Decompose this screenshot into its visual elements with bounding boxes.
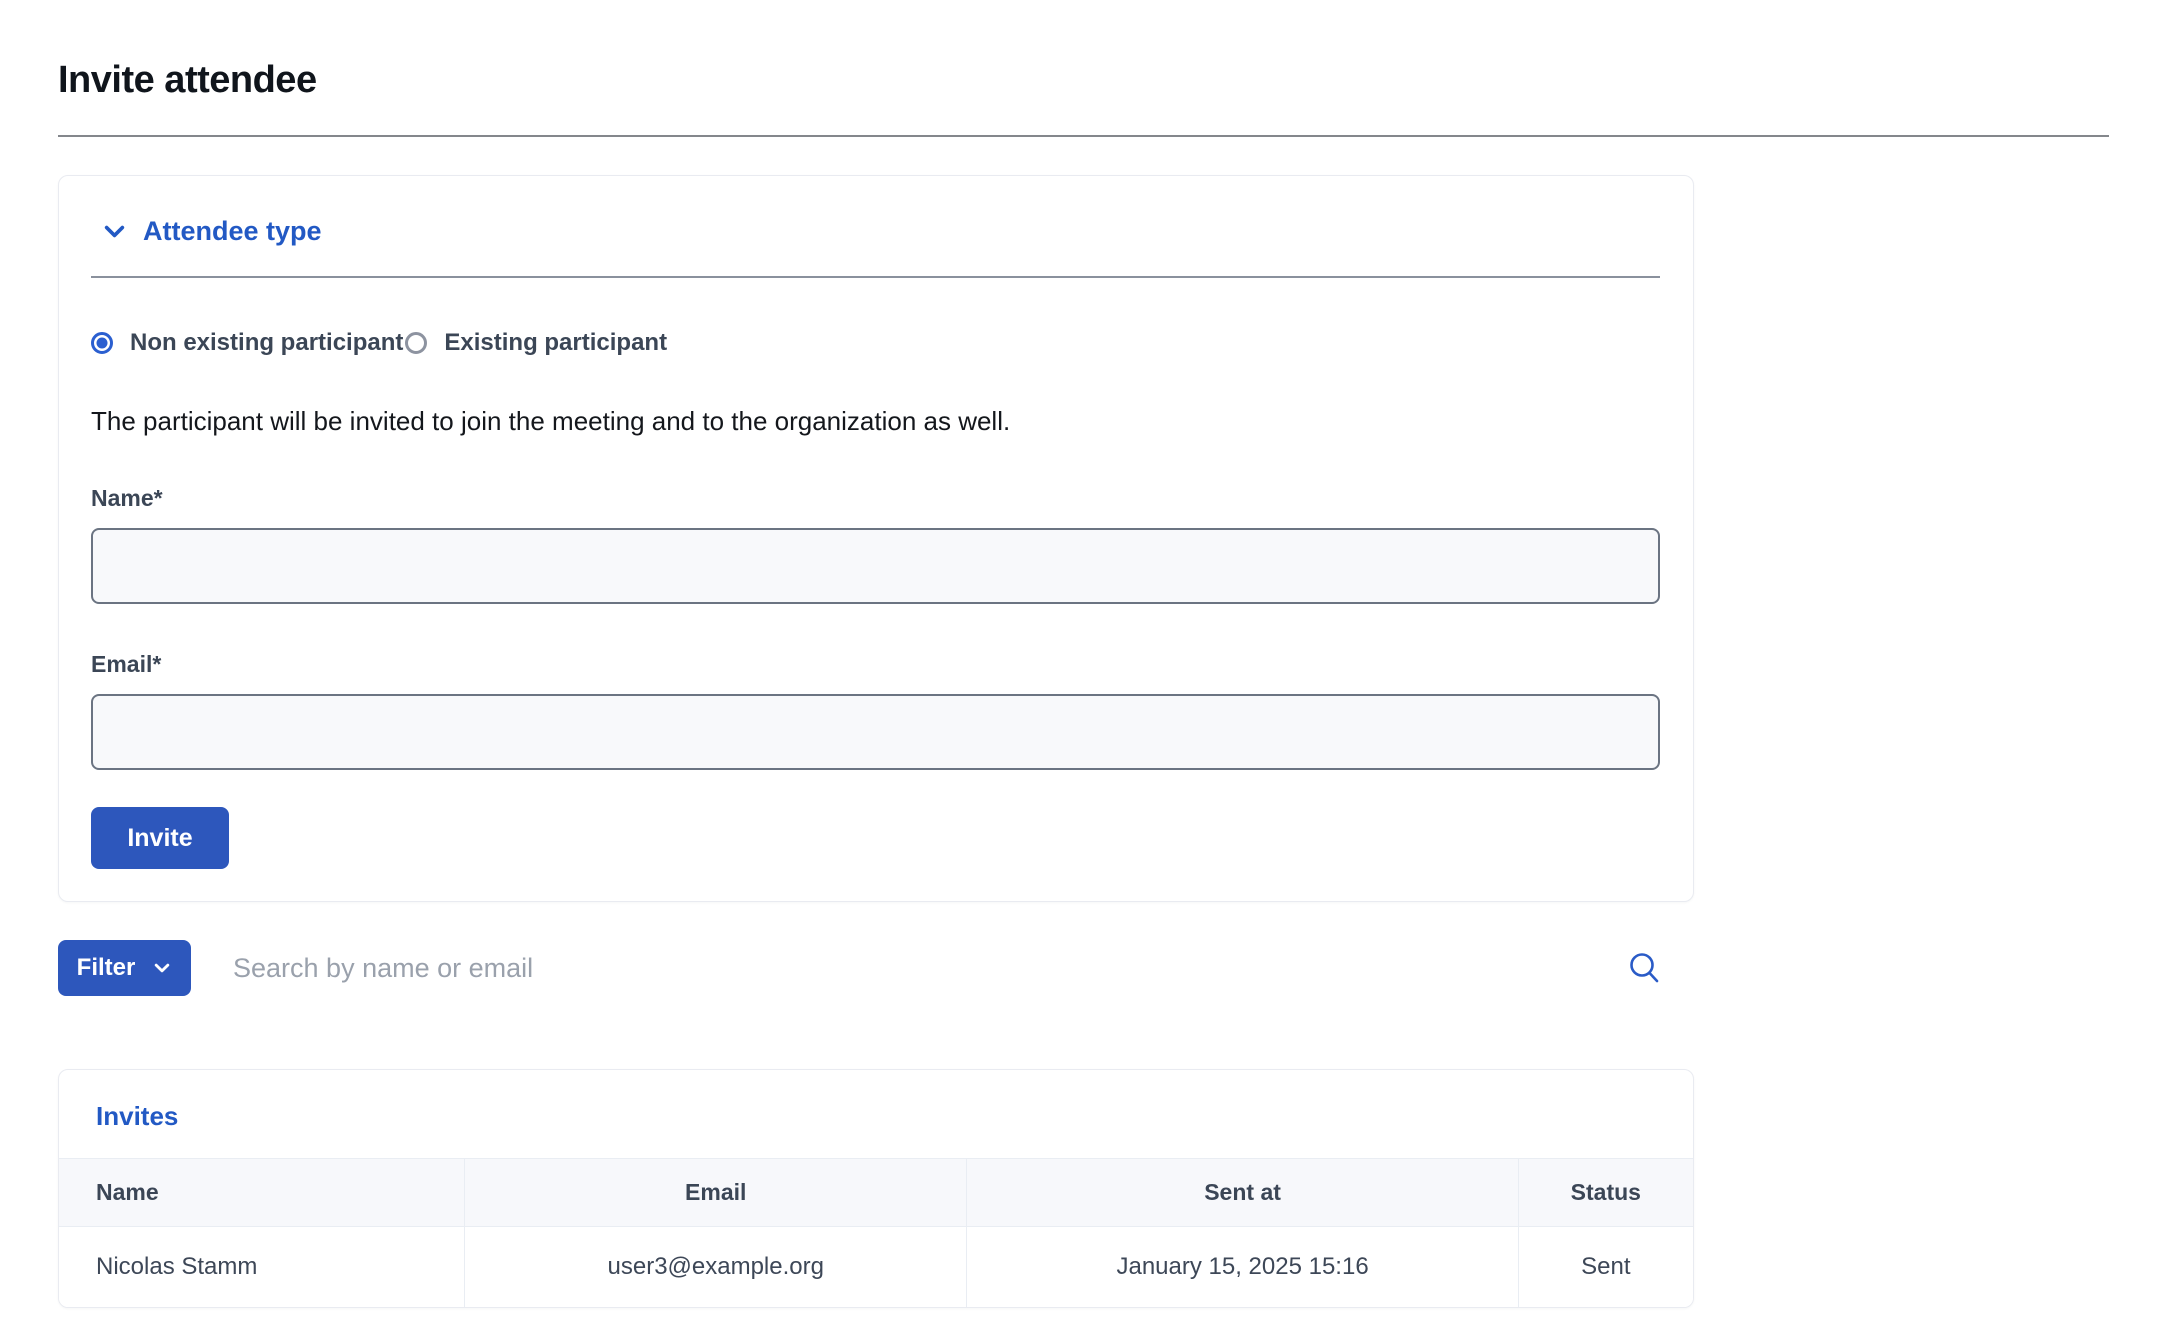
cell-invitee-email: user3@example.org bbox=[464, 1227, 967, 1307]
search-icon[interactable] bbox=[1628, 951, 1660, 985]
filter-button-label: Filter bbox=[77, 954, 136, 982]
table-row: Nicolas Stamm user3@example.org January … bbox=[59, 1227, 1693, 1307]
cell-status: Sent bbox=[1518, 1227, 1693, 1307]
radio-label: Existing participant bbox=[444, 328, 667, 358]
invites-card-title: Invites bbox=[59, 1070, 1693, 1158]
invite-attendee-page: Invite attendee Attendee type Non existi… bbox=[0, 0, 2166, 1332]
attendee-type-section-toggle[interactable]: Attendee type bbox=[91, 214, 1660, 248]
section-title: Attendee type bbox=[143, 214, 322, 248]
attendee-type-card: Attendee type Non existing participant E… bbox=[58, 175, 1694, 902]
name-input[interactable] bbox=[91, 528, 1660, 604]
chevron-down-icon bbox=[152, 958, 172, 978]
column-header-name: Name bbox=[59, 1159, 464, 1227]
radio-unselected-icon[interactable] bbox=[405, 332, 427, 354]
cell-invitee-name: Nicolas Stamm bbox=[59, 1227, 464, 1307]
table-header-row: Name Email Sent at Status bbox=[59, 1159, 1693, 1227]
filter-dropdown-button[interactable]: Filter bbox=[58, 940, 191, 996]
radio-non-existing-participant[interactable]: Non existing participant bbox=[91, 328, 403, 358]
radio-label: Non existing participant bbox=[130, 328, 403, 358]
title-divider bbox=[58, 135, 2109, 137]
search-input[interactable] bbox=[231, 940, 1628, 996]
participant-helper-text: The participant will be invited to join … bbox=[91, 405, 1660, 438]
column-header-status: Status bbox=[1518, 1159, 1693, 1227]
radio-existing-participant[interactable]: Existing participant bbox=[405, 328, 667, 358]
name-field-label: Name* bbox=[91, 484, 1660, 513]
cell-sent-at: January 15, 2025 15:16 bbox=[967, 1227, 1518, 1307]
attendee-type-radio-group: Non existing participant Existing partic… bbox=[91, 328, 1660, 358]
email-input[interactable] bbox=[91, 694, 1660, 770]
page-title: Invite attendee bbox=[58, 0, 2166, 102]
radio-selected-icon[interactable] bbox=[91, 332, 113, 354]
email-field-label: Email* bbox=[91, 650, 1660, 679]
section-divider bbox=[91, 276, 1660, 278]
invites-table: Name Email Sent at Status Nicolas Stamm … bbox=[59, 1158, 1693, 1307]
filter-search-bar: Filter bbox=[58, 940, 1694, 996]
chevron-down-icon bbox=[101, 218, 128, 245]
invite-button[interactable]: Invite bbox=[91, 807, 229, 869]
invites-card: Invites Name Email Sent at Status Nicola… bbox=[58, 1069, 1694, 1308]
column-header-email: Email bbox=[464, 1159, 967, 1227]
column-header-sent-at: Sent at bbox=[967, 1159, 1518, 1227]
